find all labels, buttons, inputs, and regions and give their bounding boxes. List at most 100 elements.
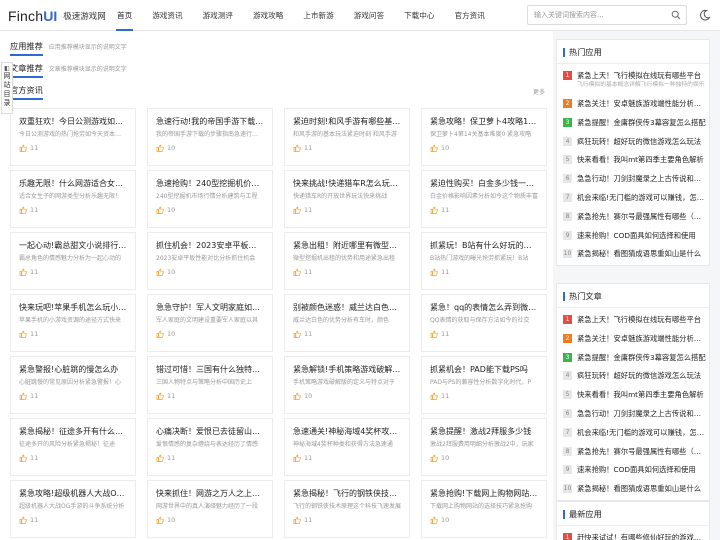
card-title[interactable]: 紧急！qq的表情怎么弄到微信上: [430, 302, 538, 313]
card-likes[interactable]: 11: [19, 392, 127, 400]
article-card[interactable]: 抓紧机会！PAD能下载PS吗 PAD与PS的兼容性分析数字化时代，P 11: [421, 356, 547, 414]
article-card[interactable]: 紧急解锁!手机策略游戏破解版排行手机策略游戏破解版的定义与特点对于 10: [284, 356, 410, 414]
rank-title[interactable]: 疯狂玩转！超好玩的微信游戏怎么玩法: [577, 136, 707, 147]
card-likes[interactable]: 11: [430, 268, 538, 276]
rank-title[interactable]: 紧急上天！飞行模拟在线玩有哪些平台: [577, 70, 707, 81]
rank-item[interactable]: 1 紧急上天！飞行模拟在线玩有哪些平台: [563, 312, 709, 331]
site-directory-tab[interactable]: ◧ 网站目录: [1, 62, 13, 114]
search-input[interactable]: [528, 6, 668, 24]
article-card[interactable]: 急速行动!我的帝国手游下载指南 我的帝国手游下载的步骤指南急速行动起来 10: [147, 108, 273, 166]
article-card[interactable]: 急速通关!神秘海域4奖杯攻略详解神秘海域4奖杯种类和获得方法急速通 11: [284, 418, 410, 476]
rank-title[interactable]: 快来看看！我叫mt第四季主要角色解析: [577, 154, 707, 165]
rank-title[interactable]: 快来看看！我叫mt第四季主要角色解析: [577, 389, 707, 400]
article-card[interactable]: 急速抢购！240型挖掘机价格多少 240型挖掘机市场行情分析建筑与工程 10: [147, 170, 273, 228]
rank-item[interactable]: 8 紧急抢先！赛尔号最强属性有哪些（赛尔号: [563, 209, 709, 228]
rank-item[interactable]: 10 紧急揭秘！看图猜成语思重如山是什么: [563, 246, 709, 265]
nav-item-downloads[interactable]: 下载中心: [394, 0, 444, 31]
article-card[interactable]: 紧急抢购!下载网上购物网站该怎么下载网上购物网站的选择技巧紧急抢购 10: [421, 480, 547, 538]
card-title[interactable]: 紧急攻略！保卫萝卜4攻略14关最新版: [430, 116, 538, 127]
card-likes[interactable]: 11: [293, 206, 401, 214]
card-likes[interactable]: 11: [156, 454, 264, 462]
card-title[interactable]: 快来挑战!快递猎车R怎么玩成功率高: [293, 178, 401, 189]
rank-title[interactable]: 机会来临!无门槛的游戏可以赚钱，怎么赚: [577, 192, 707, 203]
card-likes[interactable]: 11: [430, 206, 538, 214]
rank-title[interactable]: 急急行动！刀剑封魔录之上古传说和画面: [577, 173, 707, 184]
card-likes[interactable]: 10: [156, 516, 264, 524]
nav-item-new-games[interactable]: 上市新游: [293, 0, 343, 31]
card-title[interactable]: 抓紧玩！B站有什么好玩的游戏推荐: [430, 240, 538, 251]
card-title[interactable]: 紧急提醒！激战2拜服多少钱: [430, 426, 538, 437]
article-card[interactable]: 双重狂欢！今日公测游戏如何玩转？ 今日公测游戏的热门抢劳如今天资本化活动精彩 11: [10, 108, 136, 166]
moon-icon[interactable]: [699, 9, 711, 21]
rank-title[interactable]: 机会来临!无门槛的游戏可以赚钱，怎么赚: [577, 427, 707, 438]
card-title[interactable]: 抓紧机会！PAD能下载PS吗: [430, 364, 538, 375]
card-title[interactable]: 紧急抢购!下载网上购物网站该怎么: [430, 488, 538, 499]
article-card[interactable]: 紧急提醒！激战2拜服多少钱 激战2拜服费用明细分析激战2中，玩家 10: [421, 418, 547, 476]
article-card[interactable]: 紧急攻略!超级机器人大战OG手游 超级机器人大战OG手游的斗争系统分析 11: [10, 480, 136, 538]
rank-title[interactable]: 紧急抢先！赛尔号最强属性有哪些（赛尔号: [577, 446, 707, 457]
article-card[interactable]: 急急守护！军人文明家庭如何评选 军人家庭的文明建设重要军人家庭以其 10: [147, 294, 273, 352]
article-card[interactable]: 快来抓住！网游之万人之上小说 网游世界中的真人演绎魅力经历了一段 10: [147, 480, 273, 538]
article-card[interactable]: 紧急揭秘！飞行的钢铁侠技术原理 飞行的钢铁侠技术原理这个科技飞速发展 11: [284, 480, 410, 538]
article-card[interactable]: 紧急出租！附近哪里有微型挖掘机出租微型挖掘机出租的优势和用途紧急出租 11: [284, 232, 410, 290]
article-card[interactable]: 抓住机会！2023安卓平板排行榜推荐 2023安卓平板性能对比分析抓住机会 10: [147, 232, 273, 290]
card-title[interactable]: 急速行动!我的帝国手游下载指南: [156, 116, 264, 127]
rank-item[interactable]: 5 快来看看！我叫mt第四季主要角色解析: [563, 387, 709, 406]
card-title[interactable]: 急速抢购！240型挖掘机价格多少: [156, 178, 264, 189]
article-card[interactable]: 乐趣无限！什么网游适合女生玩 适合女生子的网游类型分析乐趣无限！ 11: [10, 170, 136, 228]
card-likes[interactable]: 11: [293, 454, 401, 462]
rank-item[interactable]: 6 急急行动！刀剑封魔录之上古传说和画面: [563, 406, 709, 425]
rank-title[interactable]: 紧急关注！安卓魅族游戏端性能分析报告: [577, 333, 707, 344]
card-likes[interactable]: 11: [293, 268, 401, 276]
rank-title[interactable]: 急急行动！刀剑封魔录之上古传说和画面: [577, 408, 707, 419]
rank-title[interactable]: 紧急提醒！金庸群侠传3幕容复怎么搭配: [577, 352, 707, 363]
rank-item[interactable]: 3 紧急提醒！金庸群侠传3幕容复怎么搭配: [563, 115, 709, 134]
card-likes[interactable]: 10: [293, 392, 401, 400]
card-title[interactable]: 紧急出租！附近哪里有微型挖掘机出租: [293, 240, 401, 251]
card-title[interactable]: 乐趣无限！什么网游适合女生玩: [19, 178, 127, 189]
card-likes[interactable]: 11: [19, 268, 127, 276]
card-likes[interactable]: 10: [156, 330, 264, 338]
card-title[interactable]: 紧迫时刻!和风手游有哪些基本玩法: [293, 116, 401, 127]
rank-title[interactable]: 紧急提醒！金庸群侠传3幕容复怎么搭配: [577, 117, 707, 128]
rank-item[interactable]: 3 紧急提醒！金庸群侠传3幕容复怎么搭配: [563, 350, 709, 369]
card-likes[interactable]: 11: [293, 516, 401, 524]
rank-title[interactable]: 速来抢购！COD面具如何选择和使用: [577, 230, 707, 241]
card-title[interactable]: 急急守护！军人文明家庭如何评选: [156, 302, 264, 313]
card-likes[interactable]: 10: [156, 144, 264, 152]
card-likes[interactable]: 10: [156, 206, 264, 214]
article-card[interactable]: 紧迫时刻!和风手游有哪些基本玩法和风手游的基本玩法紧迫时刻 和风手游 11: [284, 108, 410, 166]
card-likes[interactable]: 10: [430, 454, 538, 462]
search-icon[interactable]: [671, 10, 681, 20]
article-card[interactable]: 紧急警报!心脏跳的慢怎么办 心脏跳慢的常见原因分析紧急警报！心 11: [10, 356, 136, 414]
rank-title[interactable]: 赶快来试试！有哪些修仙好玩的游戏推荐: [577, 532, 707, 540]
rank-item[interactable]: 1 紧急上天！飞行模拟在线玩有哪些平台 飞行模拟的基本概念详解飞行模拟一种独特的娱乐: [563, 68, 709, 96]
nav-item-news[interactable]: 游戏资讯: [142, 0, 192, 31]
card-title[interactable]: 紧急解锁!手机策略游戏破解版排行: [293, 364, 401, 375]
card-likes[interactable]: 11: [293, 144, 401, 152]
rank-item[interactable]: 7 机会来临!无门槛的游戏可以赚钱，怎么赚: [563, 190, 709, 209]
card-likes[interactable]: 11: [19, 454, 127, 462]
card-title[interactable]: 紧迫性购买！白金多少钱一g官方: [430, 178, 538, 189]
card-title[interactable]: 紧急揭秘！飞行的钢铁侠技术原理: [293, 488, 401, 499]
card-title[interactable]: 紧急揭秘！征途多开有什么好处: [19, 426, 127, 437]
nav-item-official[interactable]: 官方资讯: [444, 0, 494, 31]
nav-item-reviews[interactable]: 游戏测评: [193, 0, 243, 31]
rank-title[interactable]: 速来抢购！COD面具如何选择和使用: [577, 464, 707, 475]
card-title[interactable]: 紧急警报!心脏跳的慢怎么办: [19, 364, 127, 375]
section-title[interactable]: 文章推荐: [10, 62, 43, 78]
rank-item[interactable]: 4 疯狂玩转！超好玩的微信游戏怎么玩法: [563, 368, 709, 387]
article-card[interactable]: 紧迫性购买！白金多少钱一g官方 白金价格影响因素分析如今这个物质丰富 11: [421, 170, 547, 228]
rank-item[interactable]: 9 速来抢购！COD面具如何选择和使用: [563, 462, 709, 481]
rank-title[interactable]: 紧急揭秘！看图猜成语思重如山是什么: [577, 248, 707, 259]
article-card[interactable]: 紧急！qq的表情怎么弄到微信上 QQ表情的获取与保存方法如今的社交 11: [421, 294, 547, 352]
rank-title[interactable]: 疯狂玩转！超好玩的微信游戏怎么玩法: [577, 370, 707, 381]
card-likes[interactable]: 10: [430, 516, 538, 524]
rank-item[interactable]: 2 紧急关注！安卓魅族游戏端性能分析报告: [563, 331, 709, 350]
article-card[interactable]: 抓紧玩！B站有什么好玩的游戏推荐 B站热门游戏的曝光抢劳抓紧玩！B站 11: [421, 232, 547, 290]
card-title[interactable]: 快来玩吧!苹果手机怎么玩小游戏: [19, 302, 127, 313]
card-title[interactable]: 一起心动!霸总甜文小说排行榜推荐: [19, 240, 127, 251]
rank-title[interactable]: 紧急抢先！赛尔号最强属性有哪些（赛尔号: [577, 211, 707, 222]
rank-item[interactable]: 8 紧急抢先！赛尔号最强属性有哪些（赛尔号: [563, 444, 709, 463]
card-likes[interactable]: 11: [19, 516, 127, 524]
